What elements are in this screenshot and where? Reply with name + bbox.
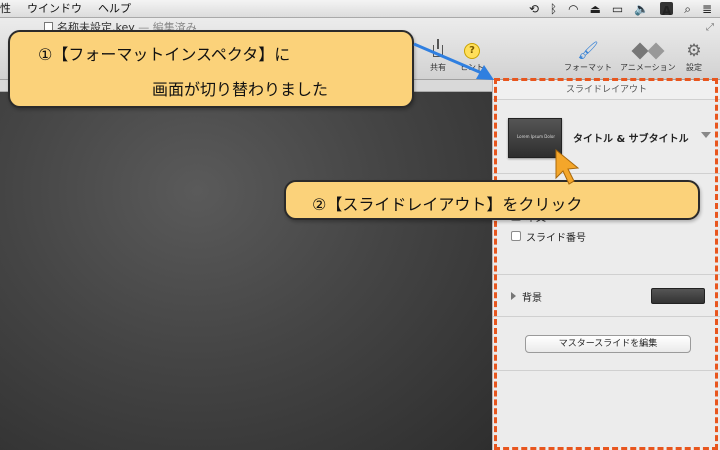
spotlight-search-icon[interactable]: ⌕ (684, 0, 691, 18)
background-color-swatch[interactable] (651, 288, 705, 304)
status-icons: ⟲ ᛒ ◠ ⏏ ▭ 🔈 A ⌕ ≣ (529, 0, 720, 19)
format-button[interactable]: 🖌 フォーマット (564, 40, 612, 73)
callout-slide-layout: ②【スライドレイアウト】をクリック (284, 180, 700, 220)
background-row[interactable]: 背景 (511, 288, 711, 304)
question-icon: ? (464, 43, 480, 59)
slide-layout-selector[interactable]: Lorem Ipsum Dolor タイトル & サブタイトル (493, 102, 720, 174)
thumbnail-text: Lorem Ipsum Dolor (516, 134, 556, 139)
paintbrush-icon: 🖌 (577, 41, 599, 61)
divider (493, 370, 720, 371)
format-inspector: スライドレイアウト Lorem Ipsum Dolor タイトル & サブタイト… (492, 80, 720, 450)
bluetooth-icon[interactable]: ᛒ (550, 0, 557, 18)
slide-canvas[interactable] (0, 80, 492, 450)
menu-item-attribute[interactable]: 性 (0, 0, 19, 18)
callout-2-text: ②【スライドレイアウト】をクリック (312, 195, 583, 214)
disclosure-triangle-icon[interactable] (511, 292, 516, 300)
share-icon (433, 39, 443, 57)
inspector-header: スライドレイアウト (493, 80, 720, 100)
slide-number-label: スライド番号 (526, 232, 586, 244)
battery-icon[interactable]: ▭ (612, 0, 623, 18)
divider (493, 274, 720, 275)
slide-number-checkbox[interactable] (511, 231, 521, 241)
chevron-down-icon[interactable] (701, 132, 711, 138)
share-label: 共有 (430, 63, 446, 72)
settings-label: 設定 (686, 63, 702, 72)
background-label: 背景 (522, 292, 542, 304)
input-source-icon[interactable]: A (660, 2, 674, 18)
notification-center-icon[interactable]: ≣ (702, 0, 712, 18)
animate-label: アニメーション (620, 63, 676, 72)
time-machine-icon[interactable]: ⟲ (529, 0, 539, 18)
wifi-icon[interactable]: ◠ (568, 0, 578, 18)
eject-icon[interactable]: ⏏ (590, 0, 601, 18)
animate-button[interactable]: アニメーション (620, 40, 676, 73)
fullscreen-icon[interactable]: ⤢ (706, 22, 714, 33)
hint-button[interactable]: ? ヒント (460, 40, 484, 73)
share-button[interactable]: 共有 (430, 39, 446, 73)
menu-item-window[interactable]: ウインドウ (19, 0, 90, 18)
layout-name: タイトル & サブタイトル (573, 134, 689, 145)
diamond-icon (631, 42, 649, 60)
format-label: フォーマット (564, 63, 612, 72)
volume-icon[interactable]: 🔈 (634, 0, 649, 18)
callout-1-line-2: 画面が切り替わりました (152, 80, 329, 99)
menu-bar: 性 ウインドウ ヘルプ ⟲ ᛒ ◠ ⏏ ▭ 🔈 A ⌕ ≣ (0, 0, 720, 18)
menu-item-help[interactable]: ヘルプ (90, 0, 139, 18)
callout-format-inspector: ①【フォーマットインスペクタ】に 画面が切り替わりました (8, 30, 414, 108)
divider (493, 316, 720, 317)
gear-icon: ⚙ (686, 41, 702, 61)
edit-master-slide-button[interactable]: マスタースライドを編集 (525, 335, 691, 353)
layout-thumbnail[interactable]: Lorem Ipsum Dolor (508, 118, 562, 158)
diamond-icon (647, 42, 665, 60)
hint-label: ヒント (460, 63, 484, 72)
checkbox-row-slide-number[interactable]: スライド番号 (511, 226, 586, 246)
callout-1-line-1: ①【フォーマットインスペクタ】に (38, 45, 291, 64)
settings-button[interactable]: ⚙ 設定 (686, 40, 702, 73)
